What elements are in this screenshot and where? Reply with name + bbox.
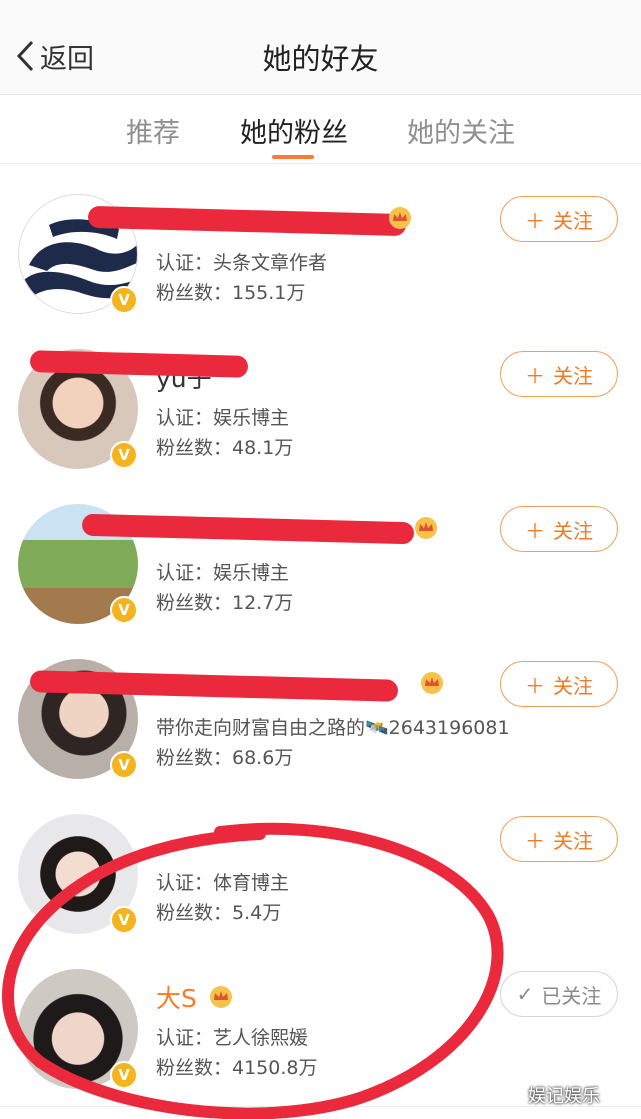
tab-her-fans[interactable]: 她的粉丝 xyxy=(240,111,348,150)
crown-icon xyxy=(414,516,438,544)
verified-badge-icon: V xyxy=(110,286,138,314)
user-certification: 认证：头条文章作者 xyxy=(156,252,328,274)
page-title: 她的好友 xyxy=(262,42,379,76)
list-item[interactable]: V 认证：体育博主 粉丝数：5.4万 ＋ 关注 xyxy=(0,796,641,952)
verified-badge-icon: V xyxy=(110,906,138,934)
user-fans-count: 粉丝数：48.1万 xyxy=(156,437,294,459)
user-fans-count: 粉丝数：68.6万 xyxy=(156,747,294,769)
tab-bar: 推荐 她的粉丝 她的关注 xyxy=(0,95,641,164)
avatar[interactable]: V xyxy=(18,969,138,1089)
user-certification: 认证：娱乐博主 xyxy=(156,562,290,584)
verified-badge-icon: V xyxy=(110,596,138,624)
plus-icon: ＋ xyxy=(525,518,545,543)
plus-icon: ＋ xyxy=(525,208,545,233)
user-fans-count: 粉丝数：12.7万 xyxy=(156,592,294,614)
follow-button[interactable]: ＋ 关注 xyxy=(500,506,618,552)
crown-icon xyxy=(388,206,412,234)
active-tab-indicator xyxy=(272,155,314,159)
tab-her-following[interactable]: 她的关注 xyxy=(407,111,515,150)
user-name[interactable]: 大S xyxy=(156,979,233,1015)
user-fans-count: 粉丝数：5.4万 xyxy=(156,902,282,924)
follow-button[interactable]: ＋ 关注 xyxy=(500,196,618,242)
verified-badge-icon: V xyxy=(110,441,138,469)
user-fans-count: 粉丝数：155.1万 xyxy=(156,282,306,304)
crown-icon xyxy=(420,671,444,699)
follow-button[interactable]: ＋ 关注 xyxy=(500,816,618,862)
checkmark-icon: ✓ xyxy=(516,982,534,1006)
follow-button[interactable]: ＋ 关注 xyxy=(500,661,618,707)
list-item[interactable]: V 带你走向财富自由之路的🛰️2643196081 粉丝数：68.6万 ＋ 关注 xyxy=(0,641,641,797)
user-description: 带你走向财富自由之路的🛰️2643196081 xyxy=(156,717,510,739)
watermark: 娱记娱乐 xyxy=(528,1086,600,1107)
tab-recommend[interactable]: 推荐 xyxy=(126,111,180,150)
plus-icon: ＋ xyxy=(525,828,545,853)
follow-button[interactable]: ＋ 关注 xyxy=(500,351,618,397)
list-item[interactable]: V 认证：娱乐博主 粉丝数：12.7万 ＋ 关注 xyxy=(0,486,641,642)
plus-icon: ＋ xyxy=(525,363,545,388)
user-fans-count: 粉丝数：4150.8万 xyxy=(156,1057,318,1079)
avatar[interactable]: V xyxy=(18,814,138,934)
followed-button[interactable]: ✓ 已关注 xyxy=(500,971,618,1017)
verified-badge-icon: V xyxy=(110,751,138,779)
user-certification: 认证：体育博主 xyxy=(156,872,290,894)
crown-icon xyxy=(209,985,233,1015)
user-certification: 认证：娱乐博主 xyxy=(156,407,290,429)
verified-badge-icon: V xyxy=(110,1061,138,1089)
list-item[interactable]: V 认证：头条文章作者 粉丝数：155.1万 ＋ 关注 xyxy=(0,176,641,332)
list-item[interactable]: V yu子 认证：娱乐博主 粉丝数：48.1万 ＋ 关注 xyxy=(0,331,641,487)
user-certification: 认证：艺人徐熙媛 xyxy=(156,1027,309,1049)
plus-icon: ＋ xyxy=(525,673,545,698)
navigation-bar: 返回 她的好友 xyxy=(0,0,641,95)
